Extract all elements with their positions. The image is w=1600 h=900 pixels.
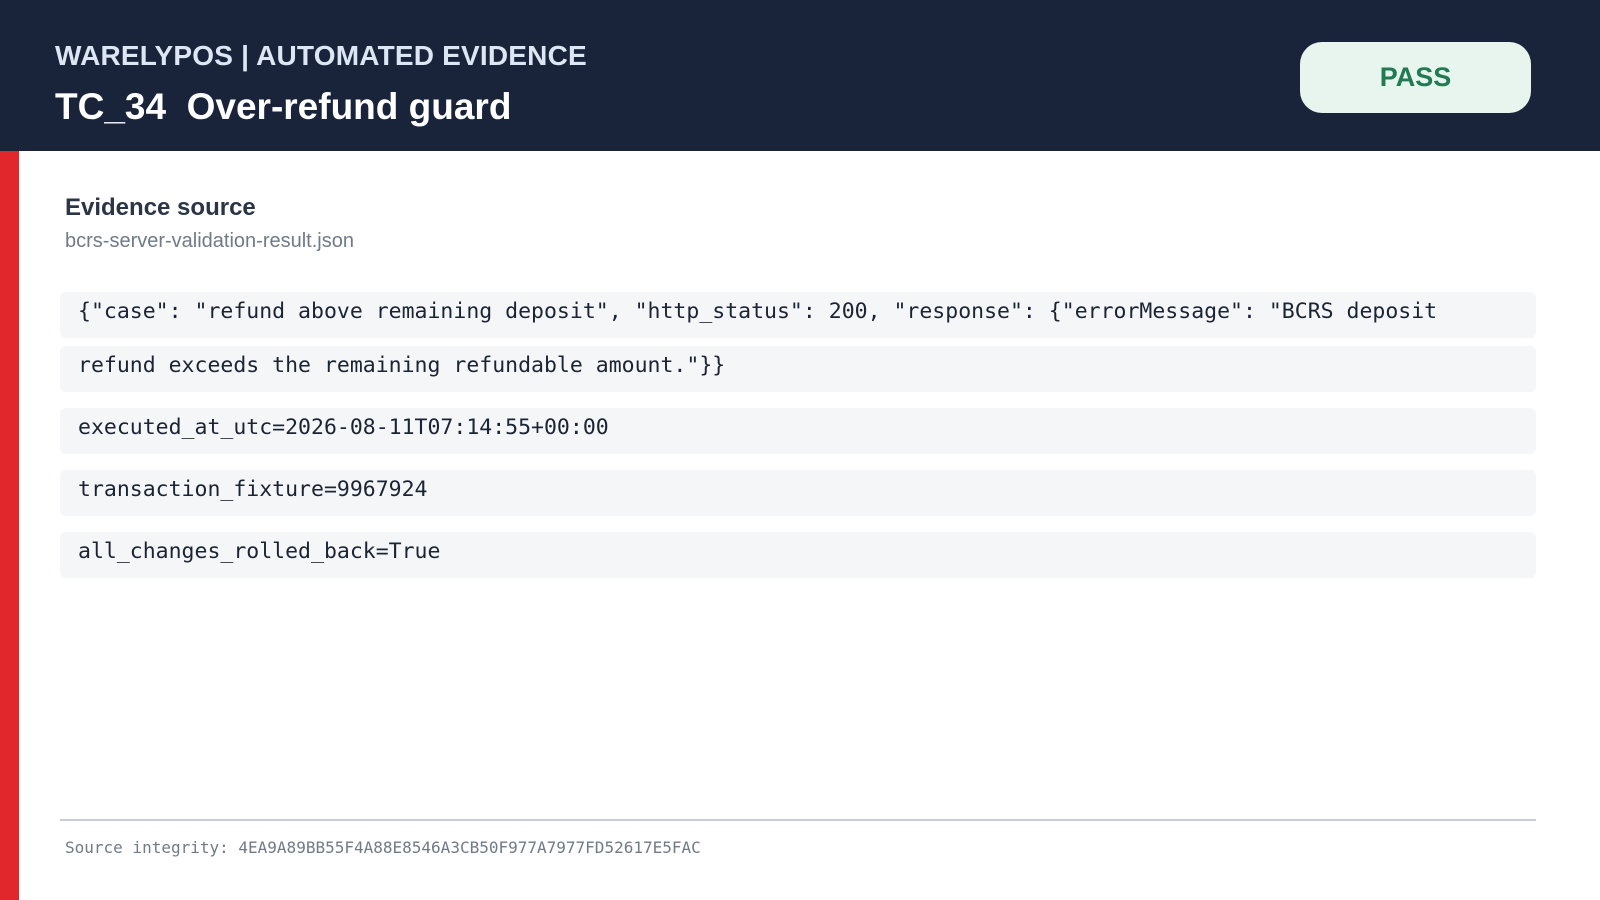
evidence-line-text: refund exceeds the remaining refundable … [78, 353, 726, 378]
source-integrity: Source integrity: 4EA9A89BB55F4A88E8546A… [65, 838, 701, 857]
brand-label: WARELYPOS | AUTOMATED EVIDENCE [55, 40, 587, 71]
evidence-line-text: {"case": "refund above remaining deposit… [78, 299, 1438, 324]
status-badge: PASS [1300, 42, 1531, 113]
evidence-line-text: all_changes_rolled_back=True [78, 539, 441, 564]
evidence-line: refund exceeds the remaining refundable … [60, 346, 1536, 392]
footer-divider [60, 819, 1536, 821]
evidence-line: {"case": "refund above remaining deposit… [60, 292, 1536, 338]
evidence-source-label: Evidence source [65, 194, 256, 221]
header-bar: WARELYPOS | AUTOMATED EVIDENCE TC_34 Ove… [0, 0, 1600, 151]
page-title: TC_34 Over-refund guard [55, 86, 512, 127]
evidence-line: transaction_fixture=9967924 [60, 470, 1536, 516]
evidence-source-file: bcrs-server-validation-result.json [65, 230, 354, 252]
evidence-line-text: executed_at_utc=2026-08-11T07:14:55+00:0… [78, 415, 609, 440]
evidence-line-text: transaction_fixture=9967924 [78, 477, 428, 502]
evidence-line: all_changes_rolled_back=True [60, 532, 1536, 578]
accent-bar [0, 151, 19, 900]
evidence-line: executed_at_utc=2026-08-11T07:14:55+00:0… [60, 408, 1536, 454]
